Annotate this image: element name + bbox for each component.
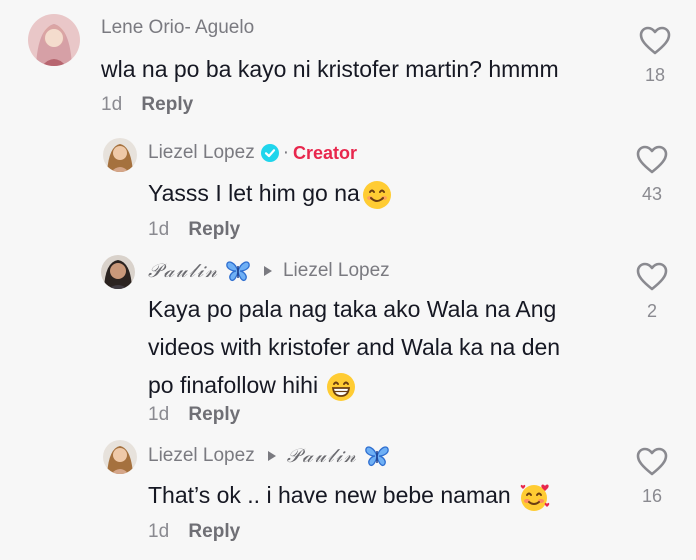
comment-time: 1d	[148, 219, 170, 240]
comment-text-line: Kaya po pala nag taka ako Wala na Ang	[148, 296, 557, 322]
comment-text-content: po finafollow hihi	[148, 372, 319, 398]
reply-button[interactable]: Reply	[141, 94, 193, 115]
username-text[interactable]: 𝒫𝒶𝓊𝓁𝒾𝓃	[148, 260, 219, 282]
comment-text-content: That’s ok .. i have new bebe naman	[148, 482, 511, 508]
avatar[interactable]	[28, 14, 80, 66]
comment-username[interactable]: 𝒫𝒶𝓊𝓁𝒾𝓃 Liezel Lopez	[148, 260, 390, 282]
comment-text-content: Yasss I let him go na	[148, 180, 360, 206]
username-text[interactable]: Liezel Lopez	[148, 142, 255, 164]
comment-username[interactable]: Liezel Lopez 𝒫𝒶𝓊𝓁𝒾𝓃	[148, 445, 390, 467]
comment-time: 1d	[101, 94, 123, 115]
username-text[interactable]: Lene Orio- Aguelo	[101, 17, 254, 39]
reply-button[interactable]: Reply	[188, 404, 240, 425]
comment-meta: 1d Reply	[148, 404, 240, 426]
like-button[interactable]: 18	[635, 26, 675, 86]
avatar[interactable]	[103, 440, 137, 474]
smiling-hearts-emoji	[520, 484, 550, 511]
heart-outline-icon[interactable]	[636, 262, 668, 292]
like-count: 43	[641, 184, 663, 204]
reply-arrow-icon	[263, 266, 272, 276]
like-count: 18	[644, 65, 666, 85]
grinning-emoji	[327, 372, 356, 401]
comment-text: That’s ok .. i have new bebe naman	[148, 476, 551, 514]
comment-meta: 1d Reply	[148, 521, 240, 543]
comment-text-line: videos with kristofer and Wala ka na den	[148, 334, 561, 360]
smiling-emoji	[362, 180, 391, 209]
reply-to-username[interactable]: 𝒫𝒶𝓊𝓁𝒾𝓃	[287, 445, 358, 467]
comment-username[interactable]: Lene Orio- Aguelo	[101, 17, 254, 39]
comment-meta: 1d Reply	[148, 219, 240, 241]
comment-meta: 1d Reply	[101, 94, 193, 116]
like-button[interactable]: 2	[632, 262, 672, 322]
reply-button[interactable]: Reply	[188, 219, 240, 240]
heart-outline-icon[interactable]	[636, 447, 668, 477]
reply-button[interactable]: Reply	[188, 521, 240, 542]
comment-time: 1d	[148, 521, 170, 542]
like-count: 16	[641, 486, 663, 506]
heart-outline-icon[interactable]	[636, 145, 668, 175]
comment-text: wla na po ba kayo ni kristofer martin? h…	[101, 56, 559, 82]
comment-text: Kaya po pala nag taka ako Wala na Ang vi…	[148, 290, 608, 404]
separator-dot: ·	[282, 142, 290, 163]
comment-username[interactable]: Liezel Lopez · Creator	[148, 142, 357, 164]
username-text[interactable]: Liezel Lopez	[148, 445, 255, 467]
reply-to-username[interactable]: Liezel Lopez	[283, 260, 390, 282]
like-button[interactable]: 16	[632, 447, 672, 507]
comment-time: 1d	[148, 404, 170, 425]
comment-text: Yasss I let him go na	[148, 174, 392, 212]
avatar[interactable]	[103, 138, 137, 172]
creator-badge: Creator	[293, 142, 358, 163]
heart-outline-icon[interactable]	[639, 26, 671, 56]
avatar[interactable]	[101, 255, 135, 289]
verified-icon	[260, 144, 279, 162]
butterfly-icon	[364, 446, 389, 467]
reply-arrow-icon	[267, 451, 276, 461]
like-count: 2	[646, 301, 657, 321]
comment-text-line-last: po finafollow hihi	[148, 366, 608, 404]
butterfly-icon	[226, 261, 250, 282]
like-button[interactable]: 43	[632, 145, 672, 205]
